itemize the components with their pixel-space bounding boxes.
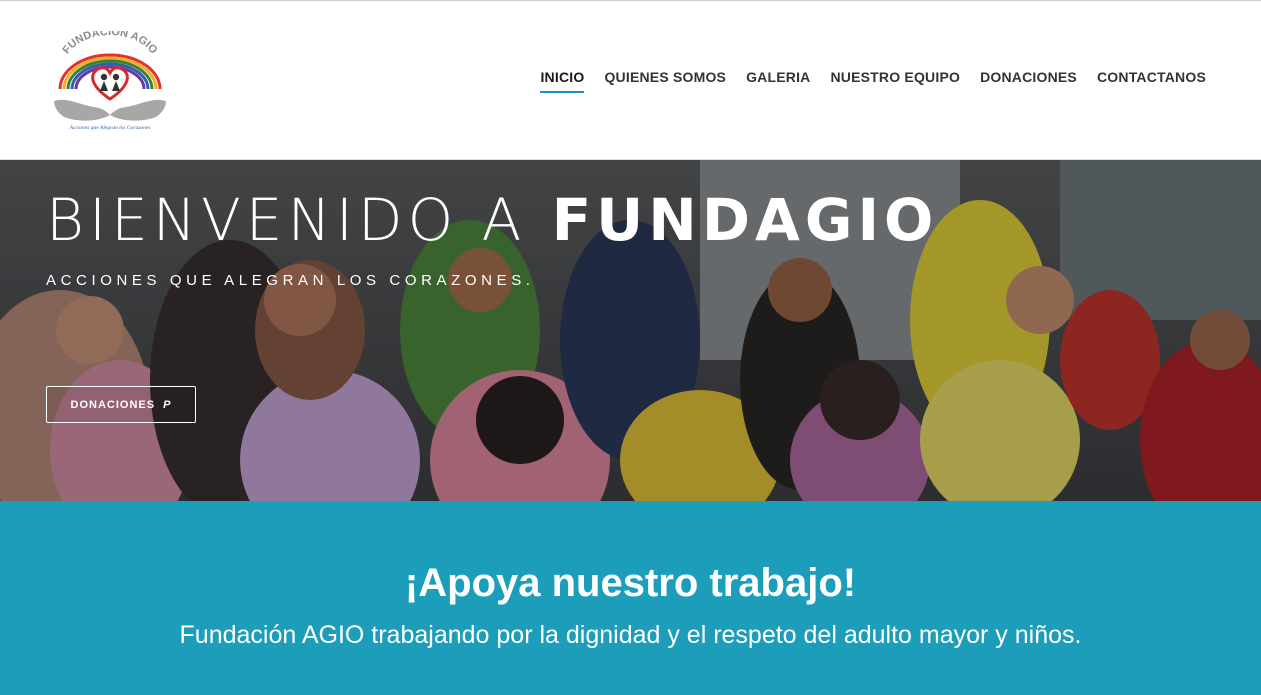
fundacion-agio-logo[interactable]: FUNDACIÓN AGIO Acciones que Alegran los …	[50, 31, 170, 133]
logo-tagline: Acciones que Alegran los Corazones	[69, 125, 151, 131]
support-title: ¡Apoya nuestro trabajo!	[404, 561, 857, 605]
nav-item-donaciones[interactable]: DONACIONES	[980, 69, 1077, 93]
nav-item-galeria[interactable]: GALERIA	[746, 69, 810, 93]
hero-banner: BIENVENIDO A FUNDAGIO ACCIONES QUE ALEGR…	[0, 160, 1261, 501]
nav-item-quienes-somos[interactable]: QUIENES SOMOS	[604, 69, 726, 93]
nav-item-inicio[interactable]: INICIO	[540, 69, 585, 93]
site-header: FUNDACIÓN AGIO Acciones que Alegran los …	[0, 0, 1261, 160]
donaciones-button-label: DONACIONES	[70, 398, 156, 411]
logo-graphic: FUNDACIÓN AGIO Acciones que Alegran los …	[54, 31, 166, 131]
hero-title-brand: FUNDAGIO	[551, 186, 939, 254]
hero-title-light: BIENVENIDO A	[46, 186, 527, 254]
logo-arc-text: FUNDACIÓN AGIO	[60, 31, 159, 57]
donaciones-button[interactable]: DONACIONES P	[46, 386, 196, 423]
main-nav: INICIO QUIENES SOMOS GALERIA NUESTRO EQU…	[540, 69, 1206, 93]
nav-item-contactanos[interactable]: CONTACTANOS	[1097, 69, 1206, 93]
nav-item-nuestro-equipo[interactable]: NUESTRO EQUIPO	[830, 69, 960, 93]
hero-subtitle: ACCIONES QUE ALEGRAN LOS CORAZONES.	[46, 272, 535, 289]
support-section: ¡Apoya nuestro trabajo! Fundación AGIO t…	[0, 501, 1261, 695]
hero-title: BIENVENIDO A FUNDAGIO	[46, 186, 938, 254]
paypal-icon: P	[163, 398, 172, 411]
support-text: Fundación AGIO trabajando por la dignida…	[179, 621, 1082, 649]
